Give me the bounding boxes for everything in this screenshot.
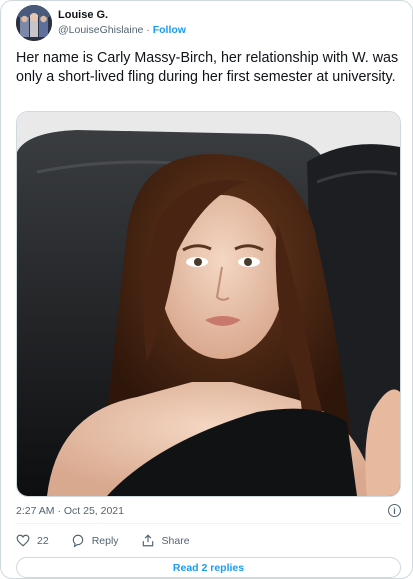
like-button[interactable]: 22: [16, 534, 49, 547]
tweet-header: Louise G. @LouiseGhislaine · Follow: [16, 5, 186, 41]
reply-label: Reply: [91, 534, 119, 547]
author-handle-row: @LouiseGhislaine · Follow: [58, 23, 186, 38]
tweet-actions: 22 Reply Share: [16, 534, 212, 547]
separator-dot: ·: [146, 24, 150, 36]
author-display-name[interactable]: Louise G.: [58, 8, 186, 23]
like-count: 22: [37, 534, 49, 547]
reply-icon: [72, 534, 83, 547]
read-replies-button[interactable]: Read 2 replies: [16, 557, 401, 578]
avatar[interactable]: [16, 5, 52, 41]
heart-icon: [16, 534, 30, 547]
divider: [16, 523, 401, 524]
share-label: Share: [161, 534, 190, 547]
follow-button[interactable]: Follow: [153, 24, 186, 36]
tweet-photo[interactable]: [16, 111, 401, 497]
tweet-card: Louise G. @LouiseGhislaine · Follow Her …: [0, 0, 413, 579]
tweet-text: Her name is Carly Massy-Birch, her relat…: [16, 50, 399, 85]
share-icon: [142, 534, 153, 547]
info-icon[interactable]: i: [388, 504, 401, 517]
reply-button[interactable]: Reply: [71, 534, 119, 547]
share-button[interactable]: Share: [141, 534, 190, 547]
tweet-meta: 2:27 AM · Oct 25, 2021 i: [16, 504, 401, 517]
author-names: Louise G. @LouiseGhislaine · Follow: [58, 8, 186, 38]
avatar-image: [16, 5, 52, 41]
photo-image: [17, 112, 400, 496]
author-handle[interactable]: @LouiseGhislaine: [58, 24, 143, 36]
tweet-timestamp[interactable]: 2:27 AM · Oct 25, 2021: [16, 505, 124, 517]
